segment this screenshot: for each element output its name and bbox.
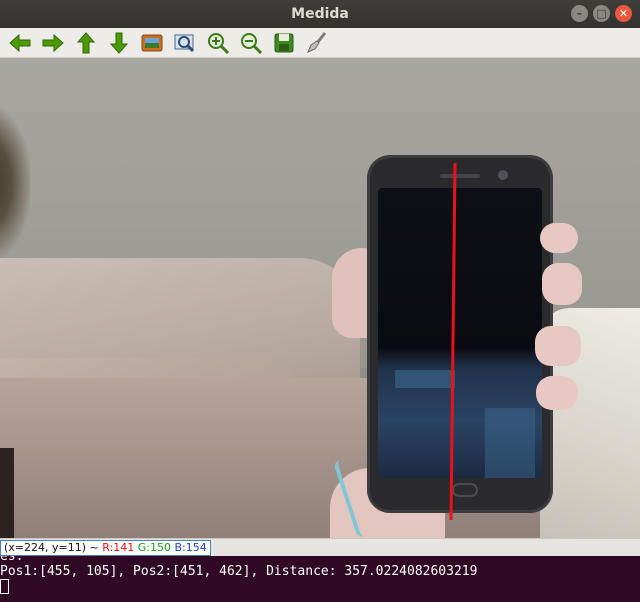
zoom-fit-icon xyxy=(174,34,194,52)
arrow-down-icon xyxy=(109,32,128,54)
brush-icon xyxy=(306,31,326,53)
save-button[interactable] xyxy=(267,29,300,57)
arrow-up-icon xyxy=(76,31,95,53)
status-bar: (x=224, y=11) ~ R:141 G:150 B:154 xyxy=(0,538,640,556)
image-icon xyxy=(141,34,162,51)
window-controls: – □ ✕ xyxy=(571,5,632,22)
pixel-blue: B:154 xyxy=(174,541,207,554)
zoom-out-icon xyxy=(240,32,262,54)
maximize-button[interactable]: □ xyxy=(593,5,610,22)
properties-button[interactable] xyxy=(300,29,333,57)
close-button[interactable]: ✕ xyxy=(615,5,632,22)
pixel-red: R:141 xyxy=(102,541,135,554)
zoom-reset-button[interactable] xyxy=(135,29,168,57)
terminal-prompt[interactable] xyxy=(0,579,640,594)
terminal-output-line: Pos1:[455, 105], Pos2:[451, 462], Distan… xyxy=(0,564,478,579)
pan-down-button[interactable] xyxy=(102,29,135,57)
toolbar xyxy=(0,28,640,58)
terminal-output[interactable]: es: Pos1:[455, 105], Pos2:[451, 462], Di… xyxy=(0,556,640,602)
save-icon xyxy=(274,33,293,52)
pan-up-button[interactable] xyxy=(69,29,102,57)
arrow-right-icon xyxy=(42,33,64,52)
arrow-left-icon xyxy=(8,33,30,52)
pixel-coords: (x=224, y=11) ~ xyxy=(4,541,103,554)
image-viewport[interactable] xyxy=(0,58,640,538)
pan-right-button[interactable] xyxy=(36,29,69,57)
zoom-in-button[interactable] xyxy=(201,29,234,57)
minimize-button[interactable]: – xyxy=(571,5,588,22)
window-title: Medida xyxy=(291,6,349,22)
pan-left-button[interactable] xyxy=(3,29,36,57)
zoom-out-button[interactable] xyxy=(234,29,267,57)
measure-line xyxy=(449,162,457,521)
pixel-readout: (x=224, y=11) ~ R:141 G:150 B:154 xyxy=(0,540,211,556)
pixel-green: G:150 xyxy=(137,541,171,554)
terminal-partial-line: es: xyxy=(0,556,24,564)
zoom-in-icon xyxy=(207,32,229,54)
window-titlebar[interactable]: Medida – □ ✕ xyxy=(0,0,640,28)
terminal-cursor xyxy=(0,579,9,594)
measure-line-layer xyxy=(449,162,457,521)
zoom-fit-button[interactable] xyxy=(168,29,201,57)
